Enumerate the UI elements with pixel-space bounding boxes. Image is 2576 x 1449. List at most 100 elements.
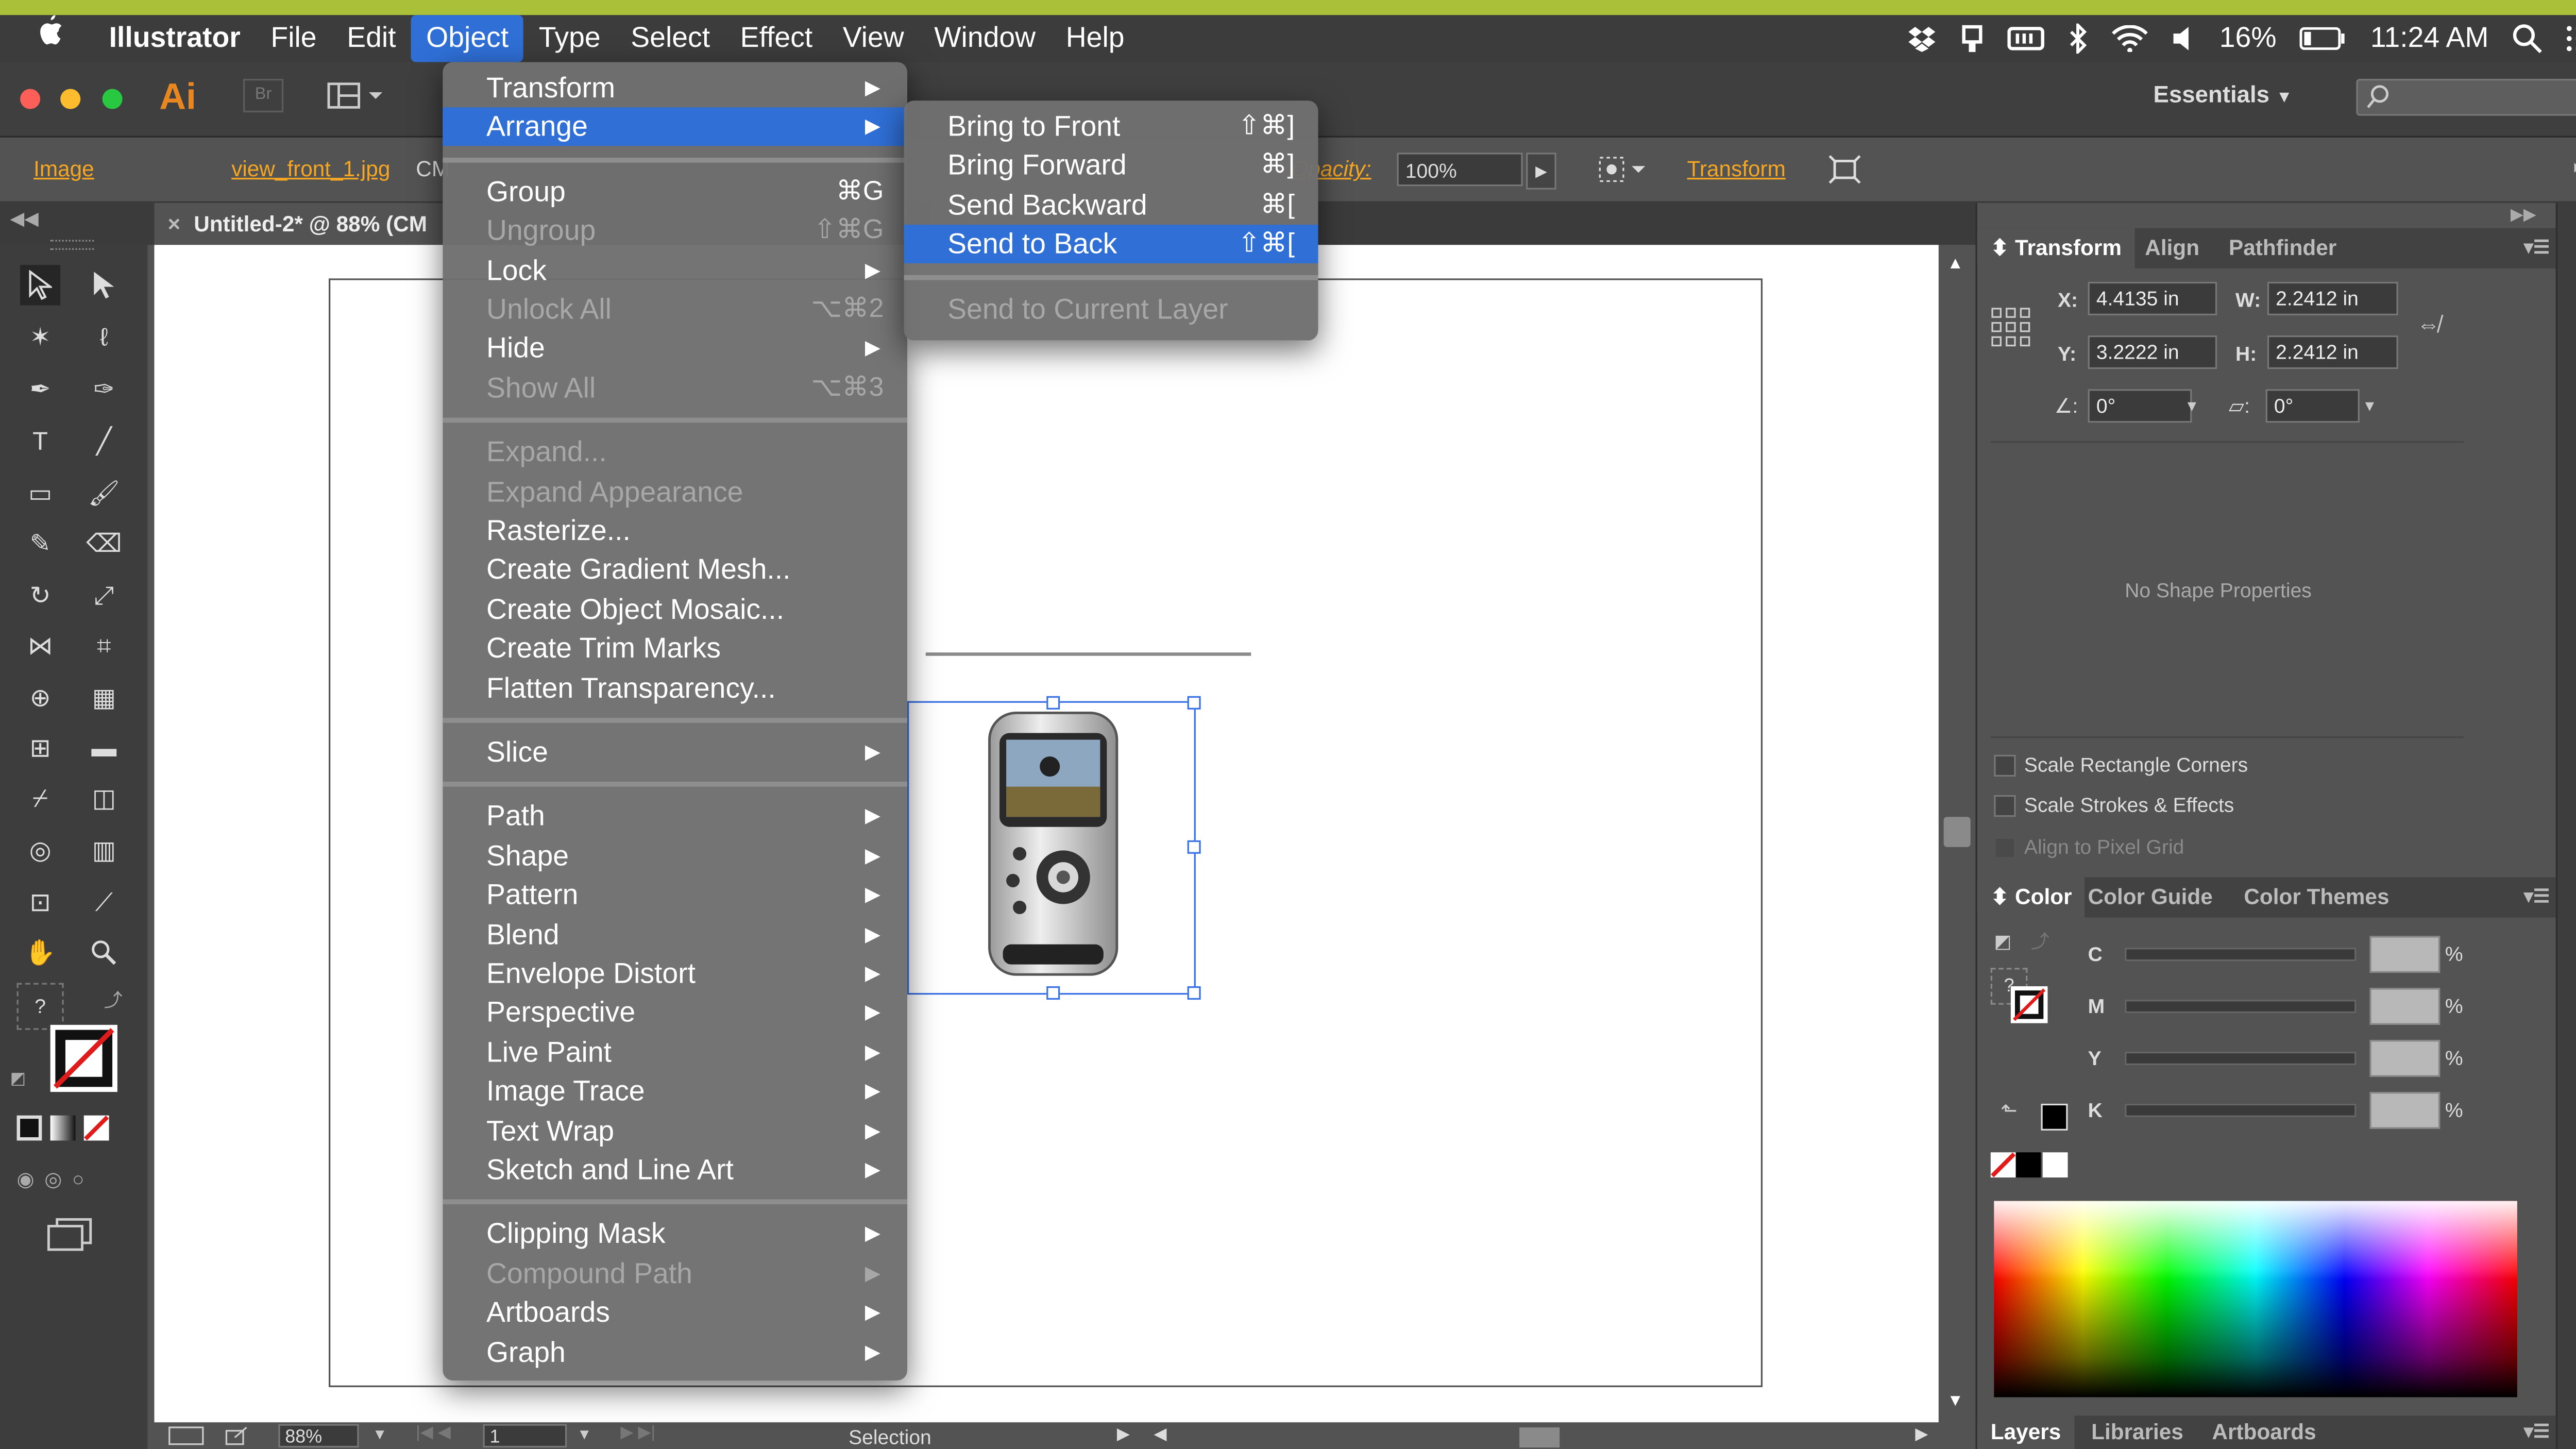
object_menu-item-live-paint[interactable]: Live Paint ▶ — [443, 1033, 907, 1071]
arrange_menu-item-bring-to-front[interactable]: Bring to Front ⇧⌘] — [904, 107, 1318, 146]
first-artboard-icon[interactable]: |◀ ◀ — [416, 1424, 451, 1443]
opacity-arrow-button[interactable]: ▶ — [1526, 153, 1556, 190]
help-search-input[interactable] — [2356, 78, 2576, 116]
shear-dropdown-icon[interactable]: ▼ — [2356, 389, 2383, 423]
camera-image[interactable] — [986, 710, 1120, 981]
share-icon[interactable] — [225, 1426, 248, 1446]
close-tab-icon[interactable]: × — [168, 211, 181, 237]
white-swatch[interactable] — [2041, 1152, 2068, 1178]
object_menu-item-transform[interactable]: Transform ▶ — [443, 69, 907, 107]
object_menu-item-pattern[interactable]: Pattern ▶ — [443, 876, 907, 915]
lasso-tool-icon[interactable]: ℓ — [84, 317, 124, 357]
scale-corners-checkbox[interactable] — [1994, 754, 2016, 777]
gradient-button[interactable] — [50, 1115, 76, 1141]
h-input[interactable]: 2.2412 in — [2267, 335, 2398, 369]
zoom-dropdown-icon[interactable]: ▼ — [372, 1426, 387, 1443]
none-button[interactable] — [83, 1115, 109, 1141]
status-menu-icon[interactable]: ▶ — [1117, 1426, 1130, 1444]
w-input[interactable]: 2.2412 in — [2267, 281, 2398, 315]
rotate-angle-input[interactable]: 0° — [2088, 389, 2192, 423]
object_menu-item-lock[interactable]: Lock ▶ — [443, 251, 907, 290]
object_menu-item-create-trim-marks[interactable]: Create Trim Marks — [443, 629, 907, 668]
volume-icon[interactable] — [2173, 25, 2196, 52]
cyan-input[interactable] — [2369, 936, 2441, 973]
resize-handle-right[interactable] — [1187, 840, 1201, 854]
object_menu-item-perspective[interactable]: Perspective ▶ — [443, 993, 907, 1032]
reference-point-icon[interactable] — [1991, 307, 2031, 347]
document-tab[interactable]: × Untitled-2* @ 88% (CM — [154, 203, 453, 245]
object_menu-item-artboards[interactable]: Artboards ▶ — [443, 1293, 907, 1332]
tab-libraries[interactable]: Libraries — [2078, 1416, 2197, 1449]
artboard-tool-icon[interactable]: ⊡ — [20, 882, 60, 922]
recolor-icon[interactable] — [1597, 154, 1647, 184]
transform-panel-menu-icon[interactable]: ▾☰ — [2511, 228, 2563, 268]
resize-handle-top[interactable] — [1046, 696, 1060, 710]
draw-normal-icon[interactable]: ◉ — [17, 1168, 35, 1191]
scale-strokes-checkbox[interactable] — [1994, 795, 2016, 817]
eyedropper-tool-icon[interactable]: ⌿ — [20, 778, 60, 818]
menu-app-name[interactable]: Illustrator — [94, 15, 256, 62]
bridge-button[interactable]: Br — [243, 78, 284, 113]
pencil-tool-icon[interactable]: ✎ — [20, 524, 60, 564]
menu-edit[interactable]: Edit — [332, 15, 411, 62]
swap-fill-stroke-icon[interactable]: ⤴ — [104, 986, 123, 1013]
layers-panel-menu-icon[interactable]: ▾☰ — [2511, 1416, 2563, 1449]
align-pixel-grid-checkbox[interactable] — [1994, 837, 2016, 859]
color-spectrum[interactable] — [1994, 1201, 2517, 1397]
horizontal-scroll-thumb[interactable] — [1519, 1427, 1560, 1448]
color-panel-menu-icon[interactable]: ▾☰ — [2511, 877, 2563, 917]
width-tool-icon[interactable]: ⋈ — [20, 626, 60, 666]
object_menu-item-text-wrap[interactable]: Text Wrap ▶ — [443, 1111, 907, 1150]
symbol-sprayer-tool-icon[interactable]: ◎ — [20, 830, 60, 870]
hand-tool-icon[interactable]: ✋ — [20, 933, 60, 973]
mesh-tool-icon[interactable]: ⊞ — [20, 728, 60, 768]
color-stroke-swatch[interactable] — [2010, 986, 2048, 1023]
tab-color-guide[interactable]: Color Guide — [2075, 877, 2226, 917]
object_menu-item-envelope-distort[interactable]: Envelope Distort ▶ — [443, 954, 907, 993]
black-slider[interactable] — [2125, 1103, 2357, 1117]
draw-behind-icon[interactable]: ◎ — [44, 1168, 62, 1191]
rectangle-tool-icon[interactable]: ▭ — [20, 473, 60, 513]
zoom-window-button[interactable] — [102, 89, 123, 109]
object_menu-item-shape[interactable]: Shape ▶ — [443, 837, 907, 875]
current-tool-readout[interactable]: Selection — [849, 1426, 931, 1449]
magenta-slider[interactable] — [2125, 1000, 2357, 1014]
scroll-right-icon[interactable]: ▶ — [1915, 1426, 1928, 1444]
color-button[interactable] — [16, 1115, 42, 1141]
menu-effect[interactable]: Effect — [725, 15, 827, 62]
object_menu-item-group[interactable]: Group ⌘G — [443, 173, 907, 211]
opacity-input[interactable]: 100% — [1397, 153, 1523, 187]
blend-tool-icon[interactable]: ◫ — [84, 778, 124, 818]
line-segment-tool-icon[interactable]: ╱ — [84, 421, 124, 461]
notification-list-icon[interactable] — [2566, 25, 2576, 52]
tab-color-themes[interactable]: Color Themes — [2230, 877, 2402, 917]
zoom-tool-icon[interactable] — [84, 933, 124, 973]
x-input[interactable]: 4.4135 in — [2088, 281, 2217, 315]
eraser-tool-icon[interactable]: ⌫ — [84, 524, 124, 564]
scroll-down-icon[interactable]: ▼ — [1947, 1392, 1963, 1411]
rotate-dropdown-icon[interactable]: ▼ — [2178, 389, 2205, 423]
wifi-icon[interactable] — [2112, 25, 2149, 52]
type-tool-icon[interactable]: T — [20, 421, 60, 461]
menu-file[interactable]: File — [256, 15, 332, 62]
draw-inside-icon[interactable]: ○ — [72, 1168, 84, 1191]
screen-mode-icon[interactable] — [47, 1218, 94, 1251]
artboard-number-input[interactable]: 1 — [483, 1424, 567, 1448]
swap-colors-icon[interactable]: ⤴ — [2031, 928, 2049, 954]
black-input[interactable] — [2369, 1092, 2441, 1129]
panel-menu-icon[interactable] — [2574, 158, 2576, 178]
menu-window[interactable]: Window — [919, 15, 1050, 62]
object_menu-item-rasterize[interactable]: Rasterize... — [443, 512, 907, 550]
usb-icon[interactable] — [1961, 24, 1985, 54]
object_menu-item-path[interactable]: Path ▶ — [443, 797, 907, 836]
memory-icon[interactable] — [2008, 27, 2045, 50]
resize-handle-bottom-right[interactable] — [1187, 986, 1201, 1000]
none-swatch[interactable] — [1990, 1152, 2016, 1178]
object_menu-item-create-gradient-mesh[interactable]: Create Gradient Mesh... — [443, 551, 907, 589]
cyan-slider[interactable] — [2125, 948, 2357, 962]
column-graph-tool-icon[interactable]: ▥ — [84, 830, 124, 870]
close-window-button[interactable] — [20, 89, 41, 109]
rotate-tool-icon[interactable]: ↻ — [20, 575, 60, 615]
gpu-preview-icon[interactable] — [168, 1426, 205, 1446]
arrange-documents-icon[interactable] — [327, 82, 384, 109]
